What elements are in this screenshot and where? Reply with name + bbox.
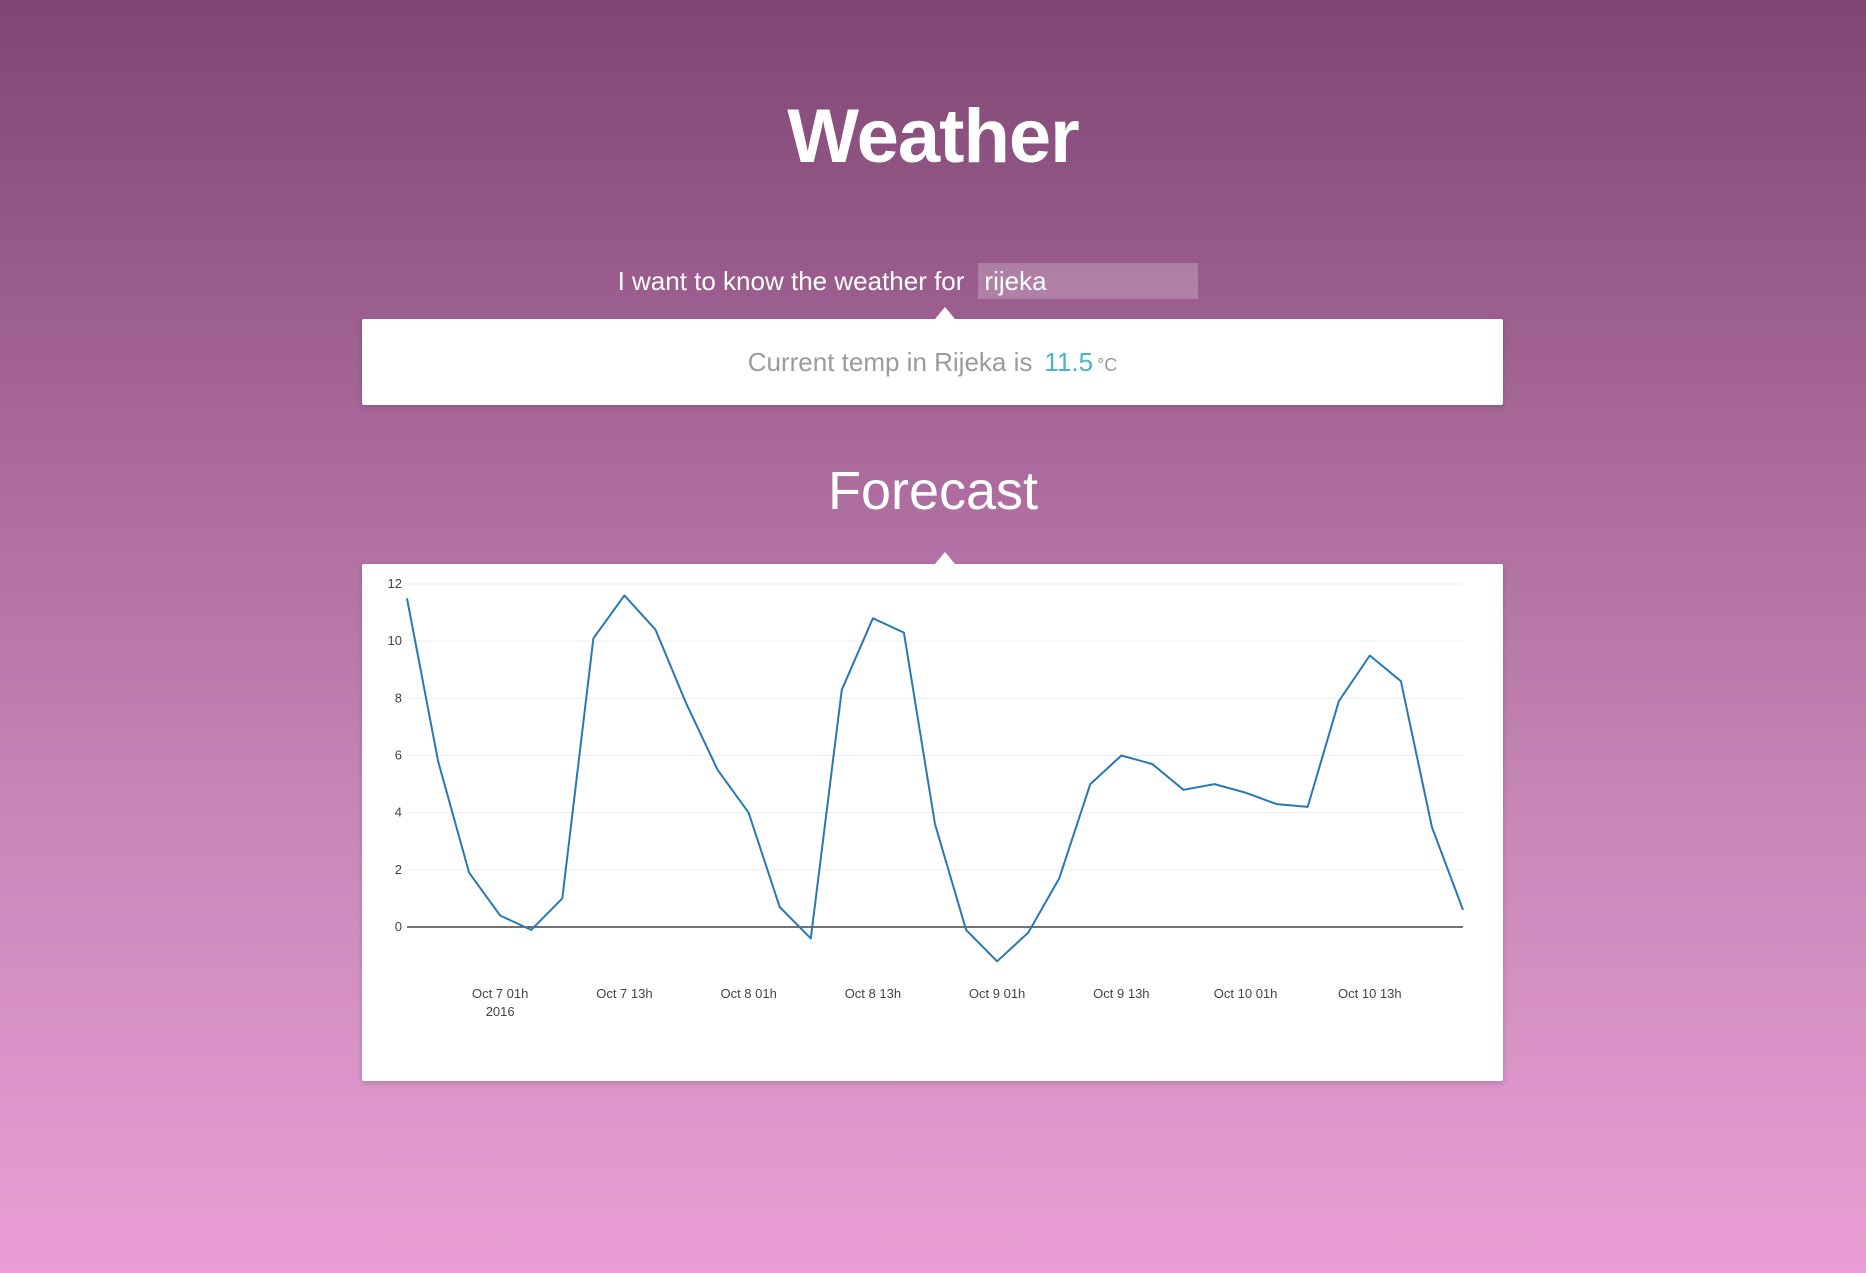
chart-card-pointer <box>935 552 955 564</box>
temperature-series-line <box>406 594 1464 963</box>
x-tick-label: Oct 9 13h <box>1093 986 1149 1001</box>
y-tick-label: 10 <box>388 633 402 648</box>
x-tick-label: Oct 10 13h <box>1338 986 1402 1001</box>
y-tick-label: 6 <box>395 748 402 763</box>
current-card-pointer <box>935 307 955 319</box>
current-temp-card: Current temp in Rijeka is 11.5 °C <box>362 307 1503 405</box>
x-tick-label: Oct 7 13h <box>596 986 652 1001</box>
x-tick-label: Oct 10 01h <box>1214 986 1278 1001</box>
forecast-title: Forecast <box>827 461 1039 521</box>
city-query-label: I want to know the weather for <box>617 265 965 296</box>
current-temp-text: Current temp in Rijeka is 11.5 °C <box>362 319 1503 405</box>
x-tick-label: Oct 8 01h <box>720 986 776 1001</box>
city-query-row: I want to know the weather for <box>0 262 1866 300</box>
y-tick-label: 8 <box>395 690 402 705</box>
y-tick-label: 2 <box>395 862 402 877</box>
current-temp-value: 11.5 <box>1044 346 1094 377</box>
page-title: Weather <box>787 94 1079 179</box>
x-tick-label: Oct 7 01h <box>472 986 528 1001</box>
x-tick-label: Oct 9 01h <box>969 986 1025 1001</box>
city-input[interactable] <box>978 263 1199 299</box>
y-tick-label: 4 <box>395 805 402 820</box>
forecast-line-chart: 0 2 4 6 8 10 12 Oct 7 01h 2016 Oct 7 13h Oct 8 01h… <box>388 576 1464 1019</box>
x-tick-label: Oct 8 13h <box>845 986 901 1001</box>
y-tick-label: 0 <box>395 919 402 934</box>
current-temp-label: Current temp in Rijeka is <box>747 346 1033 377</box>
x-tick-year-label: 2016 <box>486 1004 515 1019</box>
y-tick-label: 12 <box>388 576 402 591</box>
forecast-chart-card: 0 2 4 6 8 10 12 Oct 7 01h 2016 Oct 7 13h Oct 8 01h… <box>362 552 1503 1081</box>
current-temp-unit: °C <box>1097 354 1118 375</box>
